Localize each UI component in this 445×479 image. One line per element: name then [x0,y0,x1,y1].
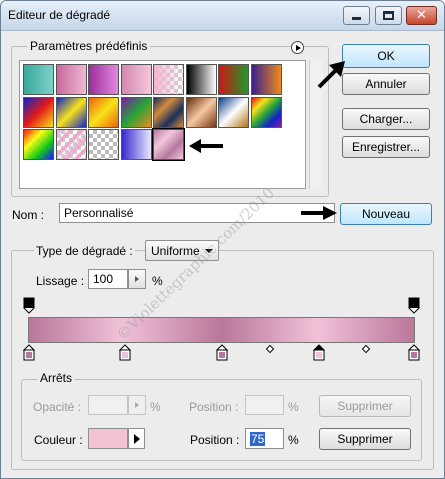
swatch-teal[interactable] [23,64,54,95]
swatch-blue-red-yellow[interactable] [23,96,54,128]
cancel-button[interactable]: Annuler [342,73,430,95]
window-title: Editeur de dégradé [8,8,111,22]
name-label: Nom : [12,208,45,222]
color-stop-25[interactable] [119,344,131,362]
stops-legend: Arrêts [37,371,76,385]
opacity-stop-left[interactable] [23,297,35,315]
color-position-label: Position : [190,433,240,447]
preset-swatch-grid [19,60,306,189]
swatch-pink-transparent[interactable] [153,64,184,95]
swatch-chrome[interactable] [218,96,249,128]
opacity-position-input[interactable] [245,395,284,415]
ok-pointer-arrow-icon [317,61,345,89]
color-stop-100[interactable] [408,344,420,362]
color-stop-0[interactable] [23,344,35,362]
triangle-right-icon [134,434,140,444]
new-pointer-arrow-icon [301,206,337,220]
swatch-black-white[interactable] [185,64,217,95]
swatch-spectrum[interactable] [250,96,282,128]
title-bar: Editeur de dégradé ✕ [1,1,444,31]
color-menu-button[interactable] [128,428,145,449]
swatch-rose[interactable] [120,64,152,95]
minimize-button[interactable] [343,6,370,25]
swatch-violet-green-orange[interactable] [120,96,152,128]
gradient-preview-bar[interactable] [28,317,415,343]
color-position-input[interactable]: 75 [245,428,284,449]
name-input[interactable] [59,203,335,223]
smoothness-label: Lissage : [36,274,85,288]
preset-pointer-arrow-icon [189,139,223,153]
save-button[interactable]: Enregistrer... [342,136,430,158]
color-position-value: 75 [250,432,266,446]
delete-color-stop-button[interactable]: Supprimer [319,428,411,450]
stop-color-swatch[interactable] [88,428,128,449]
minimize-icon [352,17,361,20]
swatch-pink[interactable] [55,64,87,95]
smoothness-input[interactable] [88,269,128,289]
swatch-copper[interactable] [185,96,217,128]
swatch-blue-white[interactable] [120,129,152,160]
swatch-orange-yellow-orange[interactable] [88,96,119,128]
delete-opacity-stop-button[interactable]: Supprimer [319,395,411,417]
triangle-right-icon [135,276,139,282]
color-label: Couleur : [34,433,83,447]
color-stop-50[interactable] [216,344,228,362]
swatch-violet-orange[interactable] [250,64,282,95]
swatch-neutral-density[interactable] [88,129,119,160]
color-position-unit: % [288,433,299,447]
opacity-label: Opacité : [33,400,82,414]
swatch-steel-bars[interactable] [153,96,184,128]
swatch-custom-pink[interactable] [152,128,185,161]
triangle-right-icon [296,44,301,51]
swatch-violet[interactable] [88,64,119,95]
close-icon: ✕ [416,8,427,23]
ok-button[interactable]: OK [342,44,430,68]
swatch-transparent-stripes[interactable] [55,129,87,160]
load-button[interactable]: Charger... [342,108,430,130]
gradient-type-label: Type de dégradé : [34,244,135,258]
swatch-blue-yellow-blue[interactable] [55,96,87,128]
swatch-transparent-rainbow[interactable] [23,129,54,160]
opacity-stop-right[interactable] [408,297,420,315]
smoothness-slider-button[interactable] [128,269,146,289]
opacity-slider-button[interactable] [128,395,146,415]
presets-legend: Paramètres prédéfinis [27,39,151,53]
close-button[interactable]: ✕ [406,6,437,25]
swatch-red-green[interactable] [218,64,249,95]
opacity-unit: % [150,400,161,414]
opacity-position-label: Position : [189,400,239,414]
presets-menu-button[interactable] [291,41,304,54]
new-button[interactable]: Nouveau [340,203,432,225]
triangle-right-icon [135,402,139,408]
maximize-icon [383,11,394,20]
opacity-position-unit: % [288,400,299,414]
gradient-editor-window: Editeur de dégradé ✕ Paramètres prédéfin… [0,0,445,479]
maximize-button[interactable] [375,6,402,25]
opacity-input[interactable] [88,395,128,415]
color-stop-75-selected[interactable] [313,344,325,362]
